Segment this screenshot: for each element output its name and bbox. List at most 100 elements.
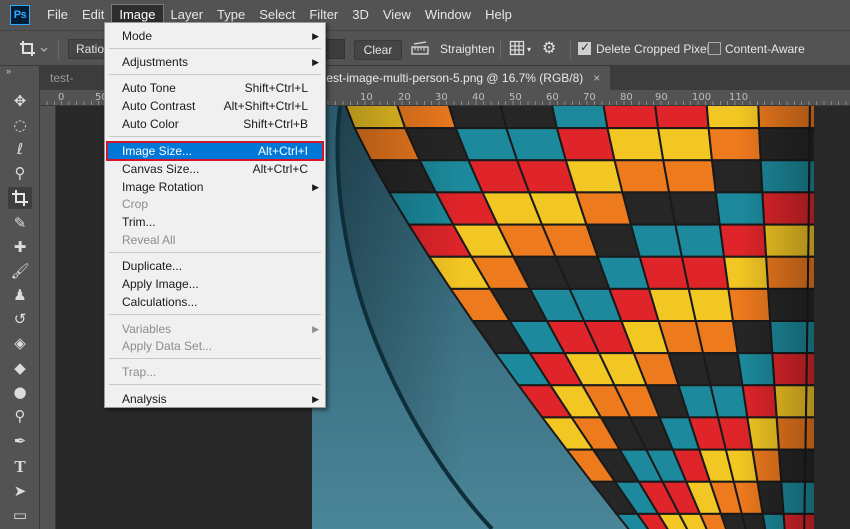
ratio-height-field[interactable]: [325, 39, 345, 59]
menu-separator: [109, 252, 321, 253]
options-divider: [500, 39, 501, 59]
menu-item-label: Apply Image...: [122, 277, 199, 291]
menu-item-shortcut: Alt+Shift+Ctrl+L: [223, 99, 308, 113]
vertical-ruler: [40, 106, 56, 529]
menu-item-label: Auto Color: [122, 117, 179, 131]
gear-icon[interactable]: ⚙: [542, 38, 556, 57]
lasso-tool-icon[interactable]: ℓ: [8, 138, 32, 160]
clear-button[interactable]: Clear: [354, 40, 402, 60]
menu-item-auto-contrast[interactable]: Auto Contrast Alt+Shift+Ctrl+L: [105, 97, 325, 115]
menu-item-label: Reveal All: [122, 233, 176, 247]
ratio-select[interactable]: Ratio: [68, 39, 106, 59]
menu-item-label: Mode: [122, 29, 153, 43]
menu-item-trap: Trap...: [105, 363, 325, 381]
delete-cropped-label[interactable]: Delete Cropped Pixels: [596, 42, 715, 56]
menu-view[interactable]: View: [376, 4, 418, 26]
straighten-icon[interactable]: [411, 41, 429, 60]
eyedropper-tool-icon[interactable]: ✎: [8, 212, 32, 234]
menu-item-label: Canvas Size...: [122, 162, 200, 176]
menu-item-label: Trim...: [122, 215, 156, 229]
menu-file[interactable]: File: [40, 4, 75, 26]
menu-separator: [109, 384, 321, 385]
eraser-tool-icon[interactable]: ◈: [8, 332, 32, 354]
menu-item-image-rotation[interactable]: Image Rotation ▶: [105, 178, 325, 196]
tab-current-document[interactable]: test-image-multi-person-5.png @ 16.7% (R…: [315, 66, 611, 90]
healing-brush-tool-icon[interactable]: ✚: [8, 236, 32, 258]
collapse-panel-icon[interactable]: »: [6, 66, 11, 76]
menu-item-label: Adjustments: [122, 55, 189, 69]
menu-item-label: Duplicate...: [122, 259, 183, 273]
menu-item-trim[interactable]: Trim...: [105, 213, 325, 231]
menu-item-label: Variables: [122, 322, 172, 336]
menu-item-label: Image Rotation: [122, 180, 204, 194]
history-brush-tool-icon[interactable]: ↺: [8, 308, 32, 330]
straighten-label[interactable]: Straighten: [440, 42, 495, 56]
submenu-arrow-icon: ▶: [312, 394, 319, 404]
menu-separator: [109, 74, 321, 75]
menu-item-shortcut: Shift+Ctrl+B: [243, 117, 308, 131]
menu-item-duplicate[interactable]: Duplicate...: [105, 257, 325, 275]
balloon-photo: [312, 106, 814, 529]
tools-panel: » ✥ ◌ ℓ ⚲ ✎ ✚ 🖌 ♟ ↺ ◈ ◆ ● ⚲ ✒ T ➤ ▭: [0, 66, 40, 529]
menu-item-label: Image Size...: [122, 144, 193, 158]
menu-item-label: Auto Contrast: [122, 99, 196, 113]
paint-bucket-tool-icon[interactable]: ◆: [8, 357, 32, 379]
path-selection-tool-icon[interactable]: ➤: [8, 480, 32, 502]
delete-cropped-checkbox[interactable]: [578, 40, 591, 55]
menu-item-mode[interactable]: Mode ▶: [105, 27, 325, 45]
menu-item-canvas-size[interactable]: Canvas Size... Alt+Ctrl+C: [105, 160, 325, 178]
content-aware-checkbox[interactable]: [708, 42, 721, 55]
move-tool-icon[interactable]: ✥: [8, 90, 32, 112]
crop-preset-icon[interactable]: [18, 39, 50, 59]
type-tool-icon[interactable]: T: [8, 456, 32, 478]
rectangle-tool-icon[interactable]: ▭: [8, 504, 32, 526]
grid-overlay-icon[interactable]: [509, 40, 525, 59]
blur-tool-icon[interactable]: ●: [8, 381, 32, 403]
clone-stamp-tool-icon[interactable]: ♟: [8, 284, 32, 306]
photoshop-logo: Ps: [10, 5, 30, 25]
menu-item-reveal-all: Reveal All: [105, 231, 325, 249]
menu-item-analysis[interactable]: Analysis ▶: [105, 390, 325, 408]
menu-item-crop: Crop: [105, 195, 325, 213]
menu-item-label: Auto Tone: [122, 81, 176, 95]
menu-separator: [109, 314, 321, 315]
balloon-image: [312, 106, 814, 529]
brush-tool-icon[interactable]: 🖌: [8, 260, 32, 282]
menu-window[interactable]: Window: [418, 4, 478, 26]
menu-item-auto-tone[interactable]: Auto Tone Shift+Ctrl+L: [105, 79, 325, 97]
menu-separator: [109, 48, 321, 49]
menu-item-shortcut: Alt+Ctrl+C: [252, 162, 308, 176]
menu-3d[interactable]: 3D: [345, 4, 376, 26]
chevron-down-icon[interactable]: ▾: [527, 45, 531, 54]
tab-current-label: test-image-multi-person-5.png @ 16.7% (R…: [323, 71, 584, 85]
submenu-arrow-icon: ▶: [312, 57, 319, 67]
pen-tool-icon[interactable]: ✒: [8, 430, 32, 452]
menu-item-calculations[interactable]: Calculations...: [105, 293, 325, 311]
menu-item-shortcut: Shift+Ctrl+L: [244, 81, 308, 95]
menu-item-label: Crop: [122, 197, 149, 211]
menu-separator: [109, 136, 321, 137]
submenu-arrow-icon: ▶: [312, 31, 319, 41]
dodge-tool-icon[interactable]: ⚲: [8, 405, 32, 427]
menu-item-auto-color[interactable]: Auto Color Shift+Ctrl+B: [105, 115, 325, 133]
menu-item-label: Apply Data Set...: [122, 339, 213, 353]
content-aware-label[interactable]: Content-Aware: [725, 42, 805, 56]
marquee-tool-icon[interactable]: ◌: [8, 114, 32, 136]
tab-test-image[interactable]: test-image: [40, 66, 102, 90]
submenu-arrow-icon: ▶: [312, 182, 319, 192]
menu-item-shortcut: Alt+Ctrl+I: [257, 144, 308, 158]
menu-item-image-size[interactable]: Image Size... Alt+Ctrl+I: [106, 141, 324, 161]
menu-item-label: Trap...: [122, 365, 157, 379]
submenu-arrow-icon: ▶: [312, 324, 319, 334]
close-tab-icon[interactable]: ×: [593, 71, 600, 85]
menu-item-adjustments[interactable]: Adjustments ▶: [105, 53, 325, 71]
options-divider: [570, 39, 571, 59]
menu-help[interactable]: Help: [478, 4, 519, 26]
menu-item-variables: Variables ▶: [105, 320, 325, 338]
menu-item-apply-image[interactable]: Apply Image...: [105, 275, 325, 293]
magic-wand-tool-icon[interactable]: ⚲: [8, 162, 32, 184]
menu-separator: [109, 358, 321, 359]
options-divider: [58, 39, 59, 59]
menu-item-label: Analysis: [122, 392, 167, 406]
crop-tool-icon[interactable]: [8, 187, 32, 209]
